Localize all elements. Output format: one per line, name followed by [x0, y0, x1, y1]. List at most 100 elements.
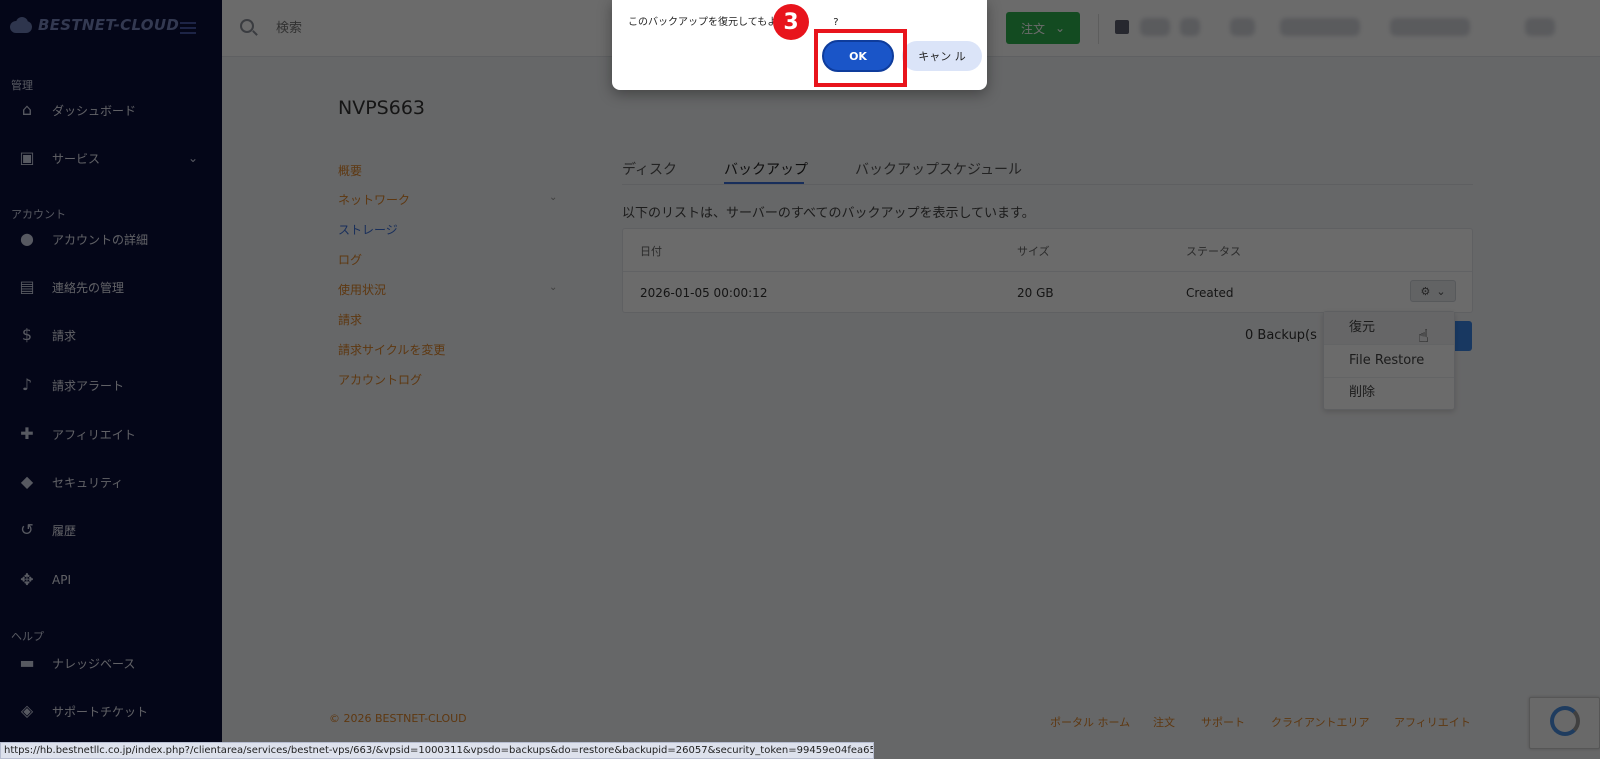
footer-link-client-area[interactable]: クライアントエリア: [1271, 714, 1370, 730]
affiliate-icon: ✚: [20, 424, 34, 443]
search-input[interactable]: [276, 16, 576, 40]
sidebar-section-account: アカウント: [11, 208, 66, 221]
chevron-down-icon: ⌄: [549, 282, 558, 293]
blurred-region: [1140, 18, 1170, 36]
book-icon: ▬: [19, 653, 35, 672]
footer-link-support[interactable]: サポート: [1201, 714, 1245, 730]
table-cell-size: 20 GB: [1017, 286, 1054, 300]
top-divider: [1098, 14, 1099, 44]
sidebar-item-label: 請求アラート: [52, 378, 125, 393]
cloud-logo-icon: [8, 17, 34, 33]
order-label: 注文: [1020, 21, 1045, 36]
footer-link-portal-home[interactable]: ポータル ホーム: [1050, 714, 1130, 730]
backup-description: 以下のリストは、サーバーのすべてのバックアップを表示しています。: [622, 206, 1035, 221]
chevron-down-icon: ⌄: [1436, 284, 1446, 298]
service-icon: ▣: [19, 148, 35, 167]
sidebar-item-label: 連絡先の管理: [52, 280, 125, 295]
menu-item-restore[interactable]: 復元: [1324, 312, 1454, 344]
home-icon: ⌂: [21, 100, 33, 119]
history-icon: ↺: [20, 520, 34, 539]
sidebar-item-label: API: [52, 573, 71, 587]
subnav-billing[interactable]: 請求: [338, 311, 362, 328]
hand-cursor-icon: ☝: [1418, 326, 1429, 347]
sidebar-item-label: アフィリエイト: [52, 427, 136, 442]
brand-logo[interactable]: BESTNET-CLOUD: [8, 16, 179, 34]
blurred-region: [1280, 18, 1360, 36]
sidebar-item-billing[interactable]: $ 請求: [0, 318, 222, 352]
backup-count: 0 Backup(s: [1245, 328, 1317, 343]
subnav-storage[interactable]: ストレージ: [338, 221, 398, 238]
sidebar-item-label: セキュリティ: [52, 475, 124, 490]
subnav-change-billing-cycle[interactable]: 請求サイクルを変更: [338, 341, 445, 358]
sidebar-item-services[interactable]: ▣ サービス ⌄: [0, 141, 222, 175]
sidebar-item-label: ダッシュボード: [52, 103, 137, 118]
sidebar-item-label: アカウントの詳細: [52, 232, 149, 247]
browser-status-bar: https://hb.bestnetllc.co.jp/index.php?/c…: [0, 742, 874, 759]
dollar-icon: $: [21, 325, 33, 344]
api-icon: ✥: [20, 570, 34, 589]
footer-copyright: © 2026 BESTNET-CLOUD: [329, 712, 467, 725]
dialog-message-text: このバックアップを復元してもよろし: [628, 17, 798, 28]
sidebar-item-security[interactable]: ◆ セキュリティ: [0, 465, 222, 499]
menu-item-delete[interactable]: 削除: [1324, 377, 1454, 409]
blurred-region: [1390, 18, 1470, 36]
sidebar-item-billing-alerts[interactable]: ♪ 請求アラート: [0, 368, 222, 402]
cancel-button[interactable]: キャン ル: [902, 41, 982, 71]
tabs-border: [622, 184, 1473, 185]
ticket-icon: ◈: [20, 701, 34, 720]
sidebar-item-contacts[interactable]: ▤ 連絡先の管理: [0, 270, 222, 304]
sidebar-item-support-ticket[interactable]: ◈ サポートチケット: [0, 694, 222, 728]
sidebar-item-account-details[interactable]: ● アカウントの詳細: [0, 222, 222, 256]
sidebar-item-label: サポートチケット: [52, 704, 149, 719]
active-tab-indicator: [724, 182, 804, 184]
sidebar-section-manage: 管理: [11, 79, 33, 92]
table-divider: [623, 271, 1472, 272]
subnav-logs[interactable]: ログ: [338, 251, 362, 268]
blurred-region: [1180, 18, 1200, 36]
chevron-down-icon: ⌄: [549, 192, 558, 203]
chevron-down-icon: ⌄: [1054, 21, 1066, 35]
footer-link-order[interactable]: 注文: [1153, 714, 1175, 730]
bell-icon: ♪: [21, 375, 33, 394]
sidebar-item-knowledgebase[interactable]: ▬ ナレッジベース: [0, 646, 222, 680]
recaptcha-badge[interactable]: [1529, 697, 1600, 749]
sidebar-item-label: 履歴: [52, 523, 77, 538]
sidebar-item-affiliate[interactable]: ✚ アフィリエイト: [0, 417, 222, 451]
shield-icon: ◆: [20, 472, 34, 491]
order-button[interactable]: 注文 ⌄: [1006, 12, 1080, 44]
subnav-usage[interactable]: 使用状況: [338, 281, 386, 298]
subnav-network[interactable]: ネットワーク: [338, 191, 410, 208]
step-number-badge: 3: [773, 4, 809, 40]
menu-toggle-icon[interactable]: [180, 22, 196, 34]
backup-table: 日付 サイズ ステータス 2026-01-05 00:00:12 20 GB C…: [622, 228, 1473, 313]
sidebar-item-label: ナレッジベース: [52, 656, 136, 671]
contacts-icon: ▤: [19, 277, 35, 296]
logo-text: BESTNET-CLOUD: [38, 16, 180, 34]
gear-icon: ⚙: [1420, 284, 1431, 298]
highlight-annotation: [814, 29, 907, 87]
table-cell-status: Created: [1186, 286, 1234, 300]
table-header-size: サイズ: [1017, 245, 1050, 258]
subnav-overview[interactable]: 概要: [338, 162, 362, 179]
chevron-down-icon: ⌄: [188, 151, 199, 165]
menu-item-file-restore[interactable]: File Restore: [1324, 345, 1454, 377]
tab-backup[interactable]: バックアップ: [724, 159, 808, 179]
tab-disk[interactable]: ディスク: [622, 159, 677, 179]
table-header-status: ステータス: [1186, 245, 1241, 258]
user-icon: ●: [20, 229, 34, 248]
recaptcha-icon: [1550, 706, 1580, 736]
sidebar-item-dashboard[interactable]: ⌂ ダッシュボード: [0, 93, 222, 127]
subnav-account-log[interactable]: アカウントログ: [338, 371, 422, 388]
table-cell-date: 2026-01-05 00:00:12: [640, 286, 768, 300]
sidebar-item-api[interactable]: ✥ API: [0, 563, 222, 597]
table-header-date: 日付: [640, 245, 662, 258]
sidebar-section-help: ヘルプ: [11, 630, 44, 643]
blurred-region: [1230, 18, 1255, 36]
footer-link-affiliate[interactable]: アフィリエイト: [1394, 714, 1471, 730]
notification-icon[interactable]: [1115, 20, 1129, 34]
sidebar: BESTNET-CLOUD 管理 ⌂ ダッシュボード ▣ サービス ⌄ アカウン…: [0, 0, 222, 759]
tab-backup-schedule[interactable]: バックアップスケジュール: [855, 159, 1022, 179]
sidebar-item-history[interactable]: ↺ 履歴: [0, 513, 222, 547]
row-actions-button[interactable]: ⚙ ⌄: [1410, 280, 1456, 302]
dialog-message-tail: ?: [833, 17, 839, 28]
